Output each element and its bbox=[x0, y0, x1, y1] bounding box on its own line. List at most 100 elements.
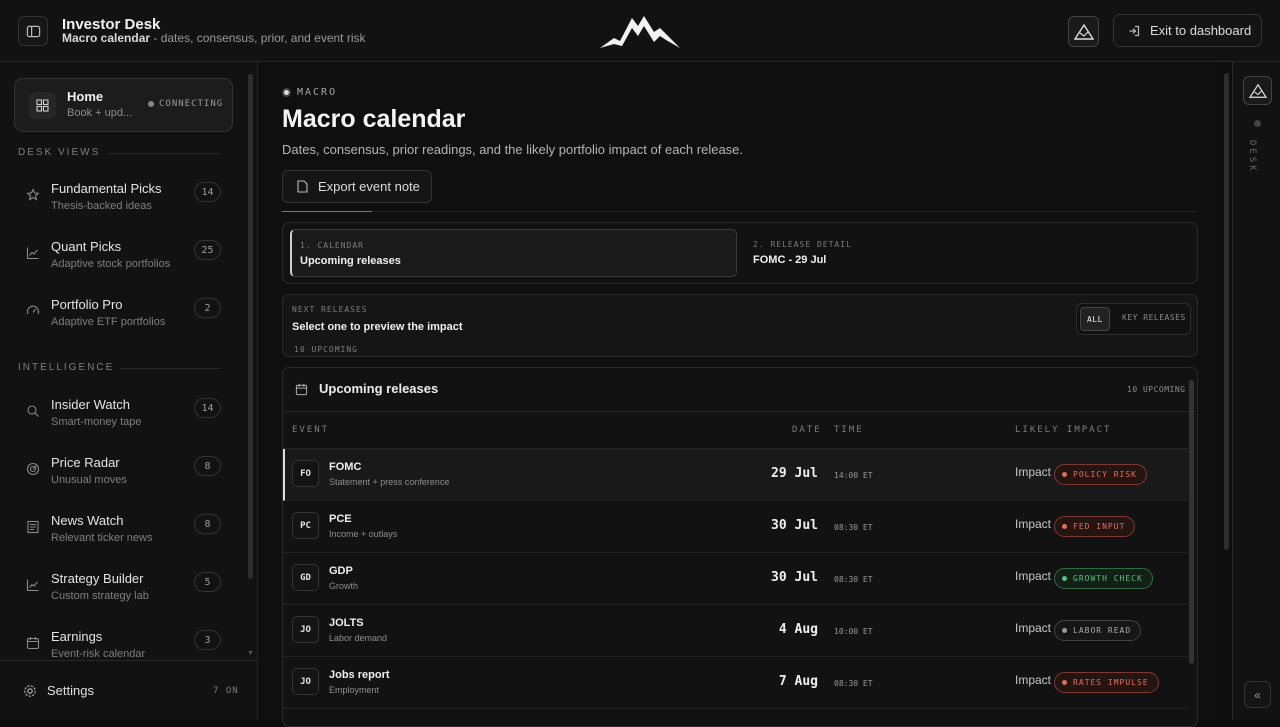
status-dot-icon bbox=[1254, 120, 1261, 127]
event-abbr-badge: FO bbox=[292, 460, 319, 487]
home-title: Home bbox=[67, 89, 104, 104]
kicker-dot-icon bbox=[282, 88, 291, 97]
step-value: Upcoming releases bbox=[300, 255, 401, 267]
table-row[interactable]: GD GDP Growth 30 Jul 08:30 ET Impact GRO… bbox=[283, 553, 1188, 605]
table-row[interactable]: PC PCE Income + outlays 30 Jul 08:30 ET … bbox=[283, 501, 1188, 553]
sidebar-toggle-button[interactable] bbox=[18, 16, 48, 46]
tab-calendar[interactable]: 1. CALENDAR Upcoming releases bbox=[290, 229, 737, 277]
step-tabs: 1. CALENDAR Upcoming releases 2. RELEASE… bbox=[282, 222, 1198, 284]
event-date: 30 Jul bbox=[771, 518, 818, 533]
count-badge: 8 bbox=[194, 456, 221, 476]
next-releases-prompt: Select one to preview the impact bbox=[292, 321, 463, 333]
brand-button[interactable] bbox=[1068, 16, 1099, 47]
count-badge: 5 bbox=[194, 572, 221, 592]
page-kicker: MACRO bbox=[282, 87, 337, 98]
sidebar-item-subtitle: Unusual moves bbox=[51, 474, 127, 486]
sidebar-item-subtitle: Thesis-backed ideas bbox=[51, 200, 152, 212]
sidebar-item-price-radar[interactable]: Price Radar Unusual moves 8 bbox=[14, 450, 233, 496]
main-scrollbar[interactable] bbox=[1224, 73, 1229, 550]
sidebar-item-home[interactable]: Home Book + upd... CONNECTING bbox=[14, 78, 233, 132]
impact-label: Impact bbox=[1015, 465, 1052, 479]
export-event-note-button[interactable]: Export event note bbox=[282, 170, 432, 203]
collapse-rail-button[interactable]: « bbox=[1244, 681, 1271, 708]
event-subtitle: Income + outlays bbox=[329, 529, 398, 539]
sidebar-item-subtitle: Custom strategy lab bbox=[51, 590, 149, 602]
section-divider bbox=[108, 153, 220, 154]
impact-label: Impact bbox=[1015, 621, 1052, 635]
sidebar-item-label: Portfolio Pro bbox=[51, 297, 123, 312]
filter-all-button[interactable]: ALL bbox=[1080, 307, 1110, 331]
sidebar-item-subtitle: Smart-money tape bbox=[51, 416, 142, 428]
mountain-icon bbox=[1248, 83, 1267, 98]
radar-icon bbox=[26, 462, 40, 476]
scroll-down-icon[interactable]: ▼ bbox=[247, 650, 254, 657]
event-date: 29 Jul bbox=[771, 466, 818, 481]
connection-status: CONNECTING bbox=[148, 99, 223, 109]
impact-tag: POLICY RISK bbox=[1054, 464, 1147, 485]
sidebar-item-label: Price Radar bbox=[51, 455, 120, 470]
sidebar-item-quant-picks[interactable]: Quant Picks Adaptive stock portfolios 25 bbox=[14, 234, 233, 280]
event-date: 30 Jul bbox=[771, 570, 818, 585]
column-header-event: EVENT bbox=[292, 425, 330, 435]
top-bar: Investor Desk Macro calendar - dates, co… bbox=[0, 0, 1280, 62]
event-time: 10:00 ET bbox=[834, 627, 873, 636]
sidebar-item-strategy-builder[interactable]: Strategy Builder Custom strategy lab 5 bbox=[14, 566, 233, 612]
event-abbr-badge: PC bbox=[292, 512, 319, 539]
event-abbr-badge: JO bbox=[292, 668, 319, 695]
sidebar-item-label: Quant Picks bbox=[51, 239, 122, 254]
event-time: 08:30 ET bbox=[834, 679, 873, 688]
sidebar-item-insider-watch[interactable]: Insider Watch Smart-money tape 14 bbox=[14, 392, 233, 438]
rail-label: DESK bbox=[1247, 140, 1257, 174]
column-header-time: TIME bbox=[834, 425, 864, 435]
mountain-icon bbox=[1073, 23, 1094, 40]
upcoming-count: 10 UPCOMING bbox=[294, 345, 358, 354]
tab-release-detail[interactable]: 2. RELEASE DETAIL FOMC - 29 Jul bbox=[745, 229, 1192, 277]
sidebar-item-subtitle: Event-risk calendar bbox=[51, 648, 146, 660]
double-chevron-left-icon: « bbox=[1254, 687, 1261, 702]
sidebar-item-settings[interactable]: Settings 7 ON bbox=[0, 660, 257, 720]
count-badge: 3 bbox=[194, 630, 221, 650]
count-badge: 14 bbox=[194, 398, 221, 418]
event-subtitle: Statement + press conference bbox=[329, 477, 450, 487]
home-subtitle: Book + upd... bbox=[67, 107, 133, 119]
table-row[interactable]: JO JOLTS Labor demand 4 Aug 10:00 ET Imp… bbox=[283, 605, 1188, 657]
count-badge: 8 bbox=[194, 514, 221, 534]
impact-tag: RATES IMPULSE bbox=[1054, 672, 1159, 693]
calendar-icon bbox=[26, 637, 40, 650]
sidebar-item-label: Fundamental Picks bbox=[51, 181, 162, 196]
star-icon bbox=[26, 188, 40, 201]
impact-tag: LABOR READ bbox=[1054, 620, 1142, 641]
impact-tag: FED INPUT bbox=[1054, 516, 1136, 537]
event-date: 7 Aug bbox=[778, 674, 818, 689]
mountain-logo-icon bbox=[600, 16, 680, 48]
table-row[interactable]: JO Jobs report Employment 7 Aug 08:30 ET… bbox=[283, 657, 1188, 709]
divider bbox=[282, 211, 1198, 212]
step-key: 1. CALENDAR bbox=[300, 241, 364, 250]
desk-views-label: DESK VIEWS bbox=[18, 147, 101, 158]
release-filter: ALL KEY RELEASES bbox=[1076, 303, 1191, 335]
event-time: 08:30 ET bbox=[834, 575, 873, 584]
event-name: JOLTS bbox=[329, 617, 364, 629]
app-subtitle: Macro calendar - dates, consensus, prior… bbox=[62, 31, 366, 45]
sidebar-item-fundamental-picks[interactable]: Fundamental Picks Thesis-backed ideas 14 bbox=[14, 176, 233, 222]
filter-key-releases-button[interactable]: KEY RELEASES bbox=[1122, 313, 1186, 322]
sidebar-item-portfolio-pro[interactable]: Portfolio Pro Adaptive ETF portfolios 2 bbox=[14, 292, 233, 338]
event-subtitle: Growth bbox=[329, 581, 359, 591]
sidebar-item-news-watch[interactable]: News Watch Relevant ticker news 8 bbox=[14, 508, 233, 554]
settings-status: 7 ON bbox=[213, 686, 239, 696]
impact-label: Impact bbox=[1015, 673, 1052, 687]
next-releases-panel: NEXT RELEASES Select one to preview the … bbox=[282, 294, 1198, 357]
status-dot-icon bbox=[148, 101, 154, 107]
brand-button[interactable] bbox=[1243, 76, 1272, 105]
sidebar-scrollbar[interactable] bbox=[248, 74, 253, 579]
table-scrollbar[interactable] bbox=[1189, 380, 1194, 664]
grid-icon bbox=[29, 92, 56, 119]
search-icon bbox=[27, 405, 39, 417]
table-row[interactable]: FO FOMC Statement + press conference 29 … bbox=[283, 449, 1188, 501]
impact-label: Impact bbox=[1015, 569, 1052, 583]
event-time: 14:00 ET bbox=[834, 471, 873, 480]
impact-label: Impact bbox=[1015, 517, 1052, 531]
line-chart-icon bbox=[26, 247, 39, 260]
main-content: MACRO Macro calendar Dates, consensus, p… bbox=[258, 62, 1218, 727]
exit-to-dashboard-button[interactable]: Exit to dashboard bbox=[1113, 14, 1262, 47]
